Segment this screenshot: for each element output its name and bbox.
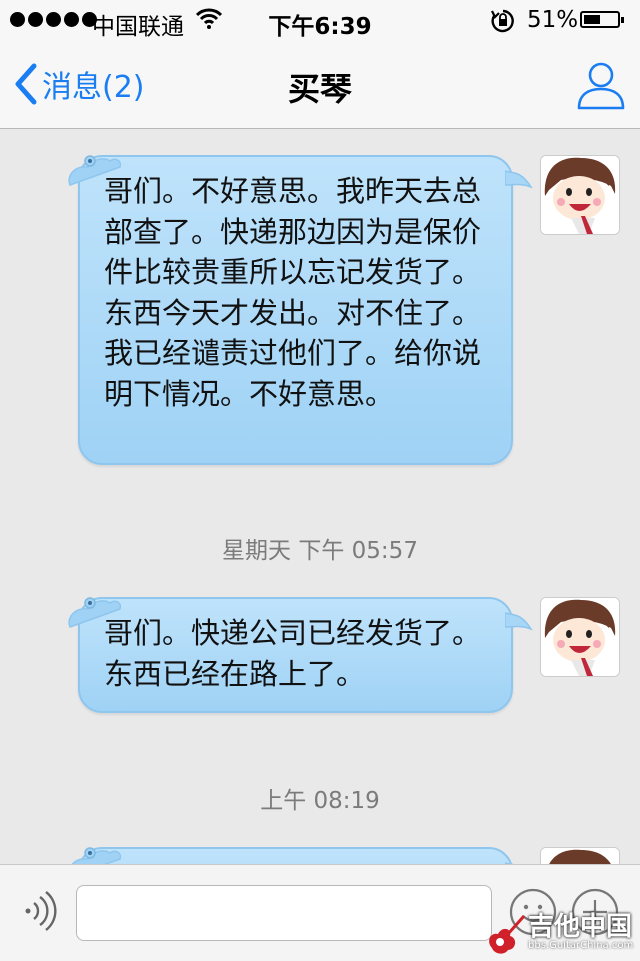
bubble-tail-icon	[505, 170, 533, 189]
rotation-lock-icon	[491, 9, 514, 33]
message-input[interactable]	[76, 885, 492, 941]
avatar[interactable]	[540, 847, 620, 864]
navigation-bar: 消息(2) 买琴	[0, 40, 640, 129]
guitar-logo-icon	[489, 915, 526, 954]
message-bubble[interactable]: 哥们。不好意思。我昨天去总部查了。快递那边因为是保价件比较贵重所以忘记发货了。东…	[68, 155, 533, 465]
message-timestamp: 上午 08:19	[260, 788, 380, 814]
page-title: 买琴	[287, 70, 352, 108]
voice-icon[interactable]	[18, 889, 62, 933]
battery-percent: 51%	[527, 7, 579, 33]
battery-icon	[580, 11, 624, 28]
avatar[interactable]	[540, 155, 620, 235]
message-timestamp: 星期天 下午 05:57	[222, 538, 418, 564]
watermark-title: 吉他中国	[528, 912, 633, 942]
bubble-decoration-icon	[71, 847, 122, 864]
watermark-url: bbs.GuitarChina.com	[528, 940, 634, 951]
profile-icon[interactable]	[574, 58, 628, 112]
chat-area[interactable]: 哥们。不好意思。我昨天去总部查了。快递那边因为是保价件比较贵重所以忘记发货了。东…	[0, 129, 640, 864]
message-text: 哥们。不好意思。我昨天去总部查了。快递那边因为是保价件比较贵重所以忘记发货了。东…	[104, 174, 482, 411]
avatar[interactable]	[540, 597, 620, 677]
battery-fill	[584, 15, 600, 24]
status-bar: 中国联通 下午6:39 51%	[0, 0, 640, 40]
message-bubble[interactable]: 哥们。快递公司已经发货了。东西已经在路上了。	[68, 597, 533, 713]
message-bubble[interactable]	[71, 847, 515, 864]
bubble-tail-icon	[505, 612, 533, 631]
watermark: 吉他中国 bbs.GuitarChina.com	[484, 906, 640, 960]
message-text: 哥们。快递公司已经发货了。东西已经在路上了。	[104, 616, 482, 691]
cartoon-avatar-icon	[541, 156, 619, 234]
cartoon-avatar-icon	[541, 598, 619, 676]
cartoon-avatar-icon	[541, 848, 619, 864]
